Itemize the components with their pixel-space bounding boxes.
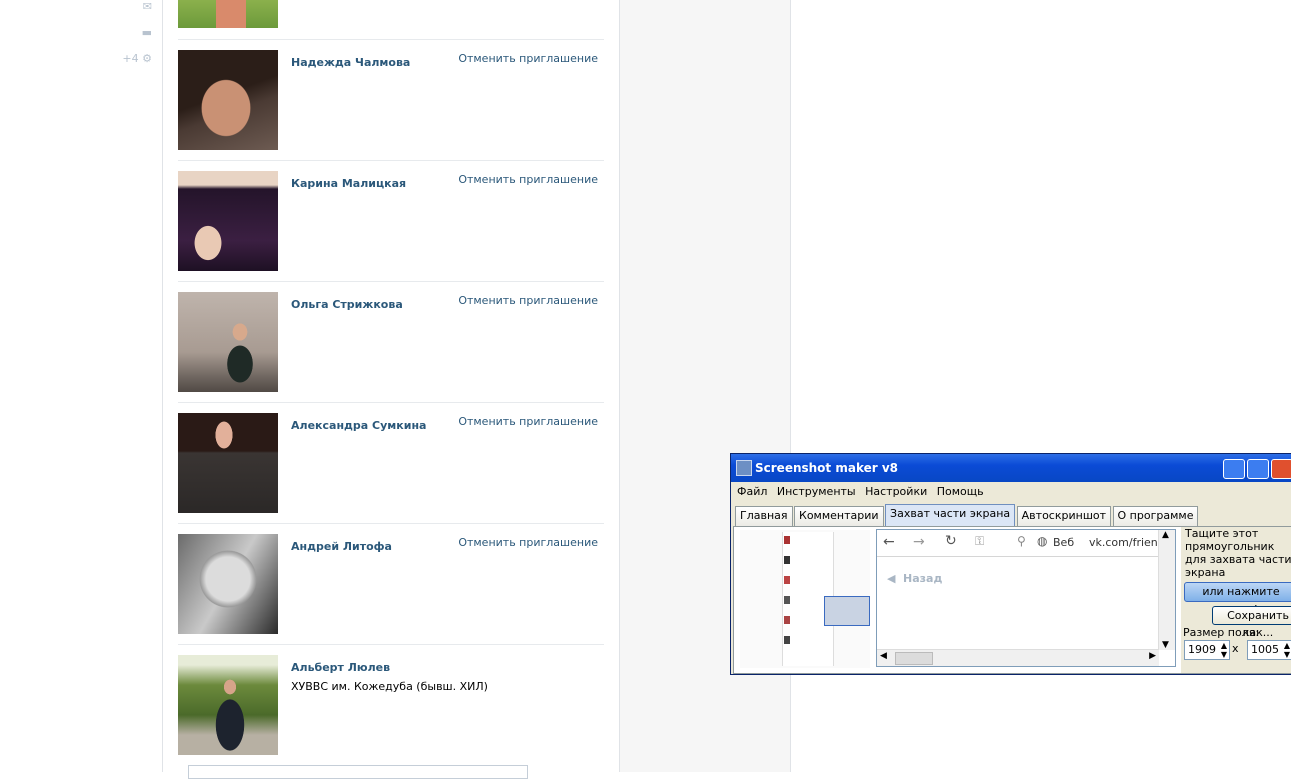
bottom-input-box[interactable] <box>188 765 528 779</box>
key-icon[interactable]: ⚿ <box>975 534 984 549</box>
vertical-scrollbar[interactable]: ▲ ▼ <box>1158 530 1175 650</box>
friends-list: Надежда Чалмова Отменить приглашение Кар… <box>163 0 619 772</box>
cancel-invite-link[interactable]: Отменить приглашение <box>458 294 598 307</box>
capture-panel: ← → ↻ ⚿ ⚲ ◍ Веб vk.com/frienc ◀ Назад ▲ … <box>733 526 1291 674</box>
height-stepper[interactable]: 1005 ▲ ▼ <box>1247 640 1291 660</box>
list-item: Надежда Чалмова Отменить приглашение <box>178 40 604 161</box>
scroll-left-icon[interactable]: ◀ <box>880 651 887 661</box>
friend-name[interactable]: Надежда Чалмова <box>291 56 410 69</box>
scroll-right-icon[interactable]: ▶ <box>1149 651 1156 661</box>
capture-click-button[interactable]: или нажмите сюда! <box>1184 582 1291 616</box>
mail-icon[interactable]: ✉ <box>143 0 152 13</box>
friend-name[interactable]: Ольга Стрижкова <box>291 298 403 311</box>
tab-autoscreenshot[interactable]: Автоскриншот <box>1016 506 1112 526</box>
cancel-invite-link[interactable]: Отменить приглашение <box>458 52 598 65</box>
back-arrow-icon[interactable]: ← <box>883 534 895 550</box>
tab-home[interactable]: Главная <box>735 506 793 526</box>
globe-icon: ◍ <box>1037 534 1048 548</box>
friend-subtitle: ХУВВС им. Кожедуба (бывш. ХИЛ) <box>291 680 488 693</box>
avatar-partial[interactable] <box>178 0 278 28</box>
url-field[interactable]: vk.com/frienc <box>1089 536 1159 549</box>
back-link[interactable]: Назад <box>903 572 942 585</box>
app-icon <box>736 460 752 476</box>
location-pin-icon[interactable]: ⚲ <box>1017 534 1026 548</box>
window-titlebar[interactable]: Screenshot maker v8 <box>731 454 1291 482</box>
stepper-arrows-icon[interactable]: ▲ ▼ <box>1221 641 1227 659</box>
left-rail: ✉ ▬ +4 ⚙ <box>0 0 162 772</box>
list-item: Ольга Стрижкова Отменить приглашение <box>178 282 604 403</box>
menu-help[interactable]: Помощь <box>937 485 984 498</box>
list-item: Андрей Литофа Отменить приглашение <box>178 524 604 645</box>
size-separator: x <box>1232 642 1239 655</box>
search-label[interactable]: Веб <box>1053 536 1074 549</box>
capture-controls: Тащите этот прямоугольник для захвата ча… <box>1181 527 1291 673</box>
avatar[interactable] <box>178 292 278 392</box>
close-button[interactable] <box>1271 459 1291 479</box>
save-as-button[interactable]: Сохранить как... <box>1212 606 1291 639</box>
menu-bar: Файл Инструменты Настройки Помощь <box>731 482 1291 502</box>
drag-instruction: Тащите этот прямоугольник для захвата ча… <box>1185 527 1291 579</box>
list-item: Альберт Люлев ХУВВС им. Кожедуба (бывш. … <box>178 645 604 765</box>
height-value: 1005 <box>1251 643 1279 656</box>
screenshot-maker-window: Screenshot maker v8 Файл Инструменты Нас… <box>730 453 1291 675</box>
menu-settings[interactable]: Настройки <box>865 485 927 498</box>
friend-name[interactable]: Альберт Люлев <box>291 661 390 674</box>
scroll-down-icon[interactable]: ▼ <box>1162 640 1169 650</box>
cancel-invite-link[interactable]: Отменить приглашение <box>458 173 598 186</box>
minimize-button[interactable] <box>1223 459 1245 479</box>
avatar[interactable] <box>178 413 278 513</box>
forward-arrow-icon[interactable]: → <box>913 534 925 550</box>
maximize-button[interactable] <box>1247 459 1269 479</box>
friend-name[interactable]: Андрей Литофа <box>291 540 392 553</box>
tab-comments[interactable]: Комментарии <box>794 506 884 526</box>
scroll-thumb[interactable] <box>895 652 933 665</box>
friend-name[interactable]: Карина Малицкая <box>291 177 406 190</box>
browser-toolbar: ← → ↻ ⚿ ⚲ ◍ Веб vk.com/frienc <box>877 530 1159 557</box>
tab-about[interactable]: О программе <box>1112 506 1199 526</box>
back-chevron-icon: ◀ <box>887 572 896 585</box>
avatar[interactable] <box>178 534 278 634</box>
embedded-browser: ← → ↻ ⚿ ⚲ ◍ Веб vk.com/frienc ◀ Назад ▲ … <box>876 529 1176 667</box>
comment-icon[interactable]: ▬ <box>142 26 152 39</box>
cancel-invite-link[interactable]: Отменить приглашение <box>458 415 598 428</box>
friend-name[interactable]: Александра Сумкина <box>291 419 426 432</box>
reload-icon[interactable]: ↻ <box>945 533 957 549</box>
tab-capture-region[interactable]: Захват части экрана <box>885 504 1016 526</box>
window-title: Screenshot maker v8 <box>755 461 899 475</box>
gear-icon: ⚙ <box>142 52 152 65</box>
avatar[interactable] <box>178 171 278 271</box>
list-item: Александра Сумкина Отменить приглашение <box>178 403 604 524</box>
scroll-up-icon[interactable]: ▲ <box>1162 530 1169 540</box>
size-label: Размер поля: <box>1183 626 1260 639</box>
avatar[interactable] <box>178 50 278 150</box>
width-value: 1909 <box>1188 643 1216 656</box>
list-item: Карина Малицкая Отменить приглашение <box>178 161 604 282</box>
menu-tools[interactable]: Инструменты <box>777 485 856 498</box>
menu-file[interactable]: Файл <box>737 485 767 498</box>
horizontal-scrollbar[interactable]: ◀ ▶ <box>877 649 1159 666</box>
cancel-invite-link[interactable]: Отменить приглашение <box>458 536 598 549</box>
counter-label: +4 <box>122 52 139 65</box>
settings-counter[interactable]: +4 ⚙ <box>122 52 152 65</box>
stepper-arrows-icon[interactable]: ▲ ▼ <box>1284 641 1290 659</box>
width-stepper[interactable]: 1909 ▲ ▼ <box>1184 640 1230 660</box>
preview-thumbnail[interactable] <box>740 530 870 668</box>
avatar[interactable] <box>178 655 278 755</box>
tab-bar: Главная Комментарии Захват части экрана … <box>735 504 1199 526</box>
